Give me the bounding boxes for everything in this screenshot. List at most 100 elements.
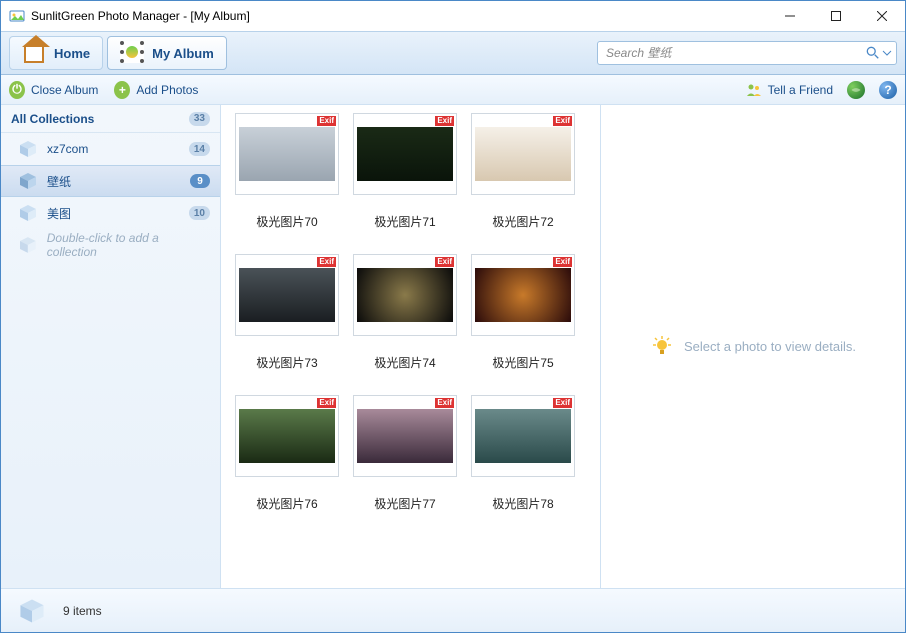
globe-icon[interactable]: [847, 81, 865, 99]
cube-icon: [19, 140, 37, 158]
thumbnail-image: [475, 409, 571, 463]
lightbulb-icon: [650, 335, 674, 359]
thumbnail-label: 极光图片76: [256, 495, 317, 512]
sidebar-item-0[interactable]: xz7com14: [1, 133, 220, 165]
thumbnail-item[interactable]: Exif 极光图片77: [351, 395, 459, 512]
app-icon: [9, 8, 25, 24]
content-area: Exif 极光图片70 Exif 极光图片71 Exif 极光图片72 Exif 极光图片73…: [221, 105, 905, 588]
thumbnail-label: 极光图片73: [256, 354, 317, 371]
body: All Collections 33 xz7com14 壁纸 9 美图 10 Doubl…: [1, 105, 905, 588]
thumbnail-frame: Exif: [471, 254, 575, 336]
add-photos-button[interactable]: + Add Photos: [114, 82, 198, 98]
exif-badge: Exif: [553, 398, 572, 408]
thumbnail-label: 极光图片74: [374, 354, 435, 371]
thumbnail-frame: Exif: [353, 113, 457, 195]
nav-row: Home My Album: [1, 31, 905, 75]
home-icon: [22, 41, 46, 65]
sidebar-header-label: All Collections: [11, 112, 94, 126]
exif-badge: Exif: [435, 398, 454, 408]
sidebar-item-1[interactable]: 壁纸 9: [1, 165, 220, 197]
exif-badge: Exif: [435, 116, 454, 126]
detail-pane: Select a photo to view details.: [601, 105, 905, 588]
toolbar: ⏻ Close Album + Add Photos Tell a Friend…: [1, 75, 905, 105]
nav-my-album[interactable]: My Album: [107, 36, 227, 70]
sidebar-item-count: 9: [190, 174, 210, 188]
thumbnail-frame: Exif: [235, 254, 339, 336]
cube-icon: [19, 598, 45, 624]
thumbnail-item[interactable]: Exif 极光图片78: [469, 395, 577, 512]
thumbnail-image: [475, 127, 571, 181]
thumbnail-label: 极光图片77: [374, 495, 435, 512]
album-icon: [120, 41, 144, 65]
sidebar-item-count: 10: [189, 206, 210, 220]
tell-a-friend-label: Tell a Friend: [768, 83, 833, 97]
thumbnail-item[interactable]: Exif 极光图片71: [351, 113, 459, 230]
thumbnail-image: [239, 409, 335, 463]
thumbnail-item[interactable]: Exif 极光图片75: [469, 254, 577, 371]
thumbnail-label: 极光图片78: [492, 495, 553, 512]
sidebar-item-label: 美图: [47, 205, 179, 222]
search-wrap: [597, 36, 897, 70]
search-input[interactable]: [606, 46, 866, 60]
people-icon: [746, 82, 762, 98]
tell-a-friend-button[interactable]: Tell a Friend: [746, 82, 833, 98]
sidebar-add-collection[interactable]: Double-click to add a collection: [1, 229, 220, 261]
sidebar-add-hint: Double-click to add a collection: [47, 231, 210, 259]
thumbnail-label: 极光图片70: [256, 213, 317, 230]
titlebar: SunlitGreen Photo Manager - [My Album]: [1, 1, 905, 31]
search-icon[interactable]: [866, 46, 880, 60]
detail-empty-text: Select a photo to view details.: [684, 339, 856, 354]
thumbnail-frame: Exif: [235, 395, 339, 477]
exif-badge: Exif: [317, 257, 336, 267]
exif-badge: Exif: [317, 398, 336, 408]
plus-icon: +: [114, 82, 130, 98]
thumbnail-frame: Exif: [471, 395, 575, 477]
thumbnail-item[interactable]: Exif 极光图片73: [233, 254, 341, 371]
cube-icon: [19, 204, 37, 222]
app-window: SunlitGreen Photo Manager - [My Album] H…: [0, 0, 906, 633]
help-icon[interactable]: ?: [879, 81, 897, 99]
cube-icon: [19, 172, 37, 190]
sidebar: All Collections 33 xz7com14 壁纸 9 美图 10 Doubl…: [1, 105, 221, 588]
thumbnail-image: [357, 127, 453, 181]
window-close-button[interactable]: [859, 1, 905, 31]
thumbnail-frame: Exif: [471, 113, 575, 195]
thumbnail-label: 极光图片71: [374, 213, 435, 230]
nav-home[interactable]: Home: [9, 36, 103, 70]
sidebar-header[interactable]: All Collections 33: [1, 105, 220, 133]
nav-home-label: Home: [54, 46, 90, 61]
sidebar-item-label: 壁纸: [47, 173, 180, 190]
thumbnail-item[interactable]: Exif 极光图片76: [233, 395, 341, 512]
thumbnail-image: [357, 409, 453, 463]
thumbnail-label: 极光图片75: [492, 354, 553, 371]
sidebar-total-count: 33: [189, 112, 210, 126]
window-minimize-button[interactable]: [767, 1, 813, 31]
nav-album-label: My Album: [152, 46, 214, 61]
thumbnail-item[interactable]: Exif 极光图片70: [233, 113, 341, 230]
sidebar-item-label: xz7com: [47, 142, 179, 156]
exif-badge: Exif: [435, 257, 454, 267]
window-title: SunlitGreen Photo Manager - [My Album]: [31, 9, 250, 23]
add-photos-label: Add Photos: [136, 83, 198, 97]
thumbnail-frame: Exif: [353, 395, 457, 477]
chevron-down-icon[interactable]: [882, 48, 892, 58]
thumbnail-image: [239, 127, 335, 181]
window-maximize-button[interactable]: [813, 1, 859, 31]
search-box[interactable]: [597, 41, 897, 65]
power-icon: ⏻: [9, 82, 25, 98]
close-album-button[interactable]: ⏻ Close Album: [9, 82, 98, 98]
thumbnail-frame: Exif: [353, 254, 457, 336]
thumbnail-image: [239, 268, 335, 322]
thumbnail-pane[interactable]: Exif 极光图片70 Exif 极光图片71 Exif 极光图片72 Exif 极光图片73…: [221, 105, 601, 588]
thumbnail-item[interactable]: Exif 极光图片74: [351, 254, 459, 371]
statusbar: 9 items: [1, 588, 905, 632]
status-text: 9 items: [63, 604, 102, 618]
exif-badge: Exif: [553, 257, 572, 267]
thumbnail-frame: Exif: [235, 113, 339, 195]
exif-badge: Exif: [317, 116, 336, 126]
sidebar-item-2[interactable]: 美图 10: [1, 197, 220, 229]
close-album-label: Close Album: [31, 83, 98, 97]
thumbnail-label: 极光图片72: [492, 213, 553, 230]
exif-badge: Exif: [553, 116, 572, 126]
thumbnail-item[interactable]: Exif 极光图片72: [469, 113, 577, 230]
